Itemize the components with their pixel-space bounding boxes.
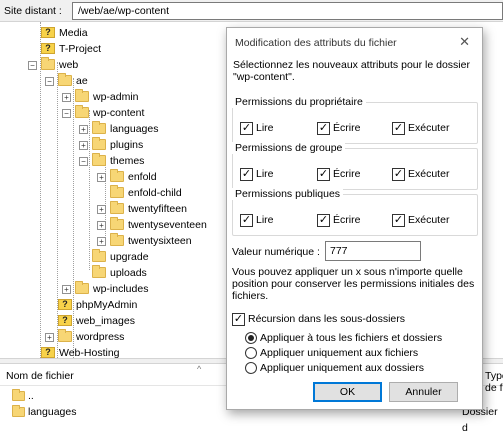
folder-icon bbox=[110, 185, 124, 198]
group-permissions-group: Permissions de groupe ✓ Lire ✓ Écrire ✓ … bbox=[232, 142, 478, 190]
folder-icon bbox=[92, 265, 106, 278]
question-folder-icon: ? bbox=[58, 315, 72, 326]
sort-ascending-icon: ^ bbox=[197, 364, 202, 374]
checkmark-icon: ✓ bbox=[317, 214, 330, 227]
question-folder-icon: ? bbox=[41, 43, 55, 54]
collapse-icon[interactable]: − bbox=[79, 157, 88, 166]
folder-icon bbox=[92, 153, 106, 166]
folder-icon bbox=[92, 249, 106, 262]
collapse-icon[interactable]: − bbox=[62, 109, 71, 118]
cancel-button[interactable]: Annuler bbox=[389, 382, 458, 402]
expand-icon[interactable]: + bbox=[79, 125, 88, 134]
owner-permissions-group: Permissions du propriétaire ✓ Lire ✓ Écr… bbox=[232, 96, 478, 144]
question-folder-icon: ? bbox=[41, 27, 55, 38]
folder-icon bbox=[110, 201, 124, 214]
checkmark-icon: ✓ bbox=[392, 168, 405, 181]
checkmark-icon: ✓ bbox=[240, 122, 253, 135]
checkmark-icon: ✓ bbox=[240, 168, 253, 181]
group-title: Permissions du propriétaire bbox=[232, 96, 366, 108]
folder-icon bbox=[12, 389, 25, 401]
folder-icon bbox=[58, 73, 72, 86]
column-header-filename[interactable]: Nom de fichier bbox=[6, 370, 74, 382]
close-icon[interactable]: ✕ bbox=[459, 34, 470, 50]
collapse-icon[interactable]: − bbox=[28, 61, 37, 70]
folder-icon bbox=[41, 57, 55, 70]
checkmark-icon: ✓ bbox=[317, 122, 330, 135]
remote-path-input[interactable]: /web/ae/wp-content bbox=[72, 2, 503, 20]
radio-icon bbox=[245, 347, 257, 359]
numeric-value-input[interactable]: 777 bbox=[325, 241, 421, 261]
folder-icon bbox=[58, 329, 72, 342]
expand-icon[interactable]: + bbox=[62, 285, 71, 294]
radio-selected-icon bbox=[245, 332, 257, 344]
group-title: Permissions publiques bbox=[232, 188, 344, 200]
folder-icon bbox=[12, 405, 25, 417]
folder-icon bbox=[92, 121, 106, 134]
permissions-hint: Vous pouvez appliquer un x sous n'import… bbox=[232, 266, 475, 302]
remote-site-label: Site distant : bbox=[4, 5, 62, 17]
expand-icon[interactable]: + bbox=[97, 205, 106, 214]
ok-button[interactable]: OK bbox=[313, 382, 382, 402]
dialog-intro: Sélectionnez les nouveaux attributs pour… bbox=[233, 59, 470, 83]
folder-icon bbox=[110, 169, 124, 182]
question-folder-icon: ? bbox=[58, 299, 72, 310]
dialog-title: Modification des attributs du fichier bbox=[235, 37, 397, 49]
checkmark-icon: ✓ bbox=[392, 214, 405, 227]
expand-icon[interactable]: + bbox=[45, 333, 54, 342]
expand-icon[interactable]: + bbox=[62, 93, 71, 102]
question-folder-icon: ? bbox=[41, 347, 55, 358]
folder-icon bbox=[92, 137, 106, 150]
public-permissions-group: Permissions publiques ✓ Lire ✓ Écrire ✓ … bbox=[232, 188, 478, 236]
expand-icon[interactable]: + bbox=[79, 141, 88, 150]
folder-icon bbox=[110, 233, 124, 246]
collapse-icon[interactable]: − bbox=[45, 77, 54, 86]
checkmark-icon: ✓ bbox=[317, 168, 330, 181]
folder-icon bbox=[75, 105, 89, 118]
file-attributes-dialog: Modification des attributs du fichier ✕ … bbox=[226, 27, 483, 410]
checkmark-icon: ✓ bbox=[392, 122, 405, 135]
expand-icon[interactable]: + bbox=[97, 237, 106, 246]
expand-icon[interactable]: + bbox=[97, 221, 106, 230]
remote-path-bar: Site distant : /web/ae/wp-content bbox=[0, 0, 503, 22]
checkmark-icon: ✓ bbox=[232, 313, 245, 326]
numeric-value-label: Valeur numérique : bbox=[232, 246, 320, 258]
folder-icon bbox=[75, 89, 89, 102]
expand-icon[interactable]: + bbox=[97, 173, 106, 182]
folder-icon bbox=[110, 217, 124, 230]
checkmark-icon: ✓ bbox=[240, 214, 253, 227]
radio-icon bbox=[245, 362, 257, 374]
folder-icon bbox=[75, 281, 89, 294]
group-title: Permissions de groupe bbox=[232, 142, 346, 154]
